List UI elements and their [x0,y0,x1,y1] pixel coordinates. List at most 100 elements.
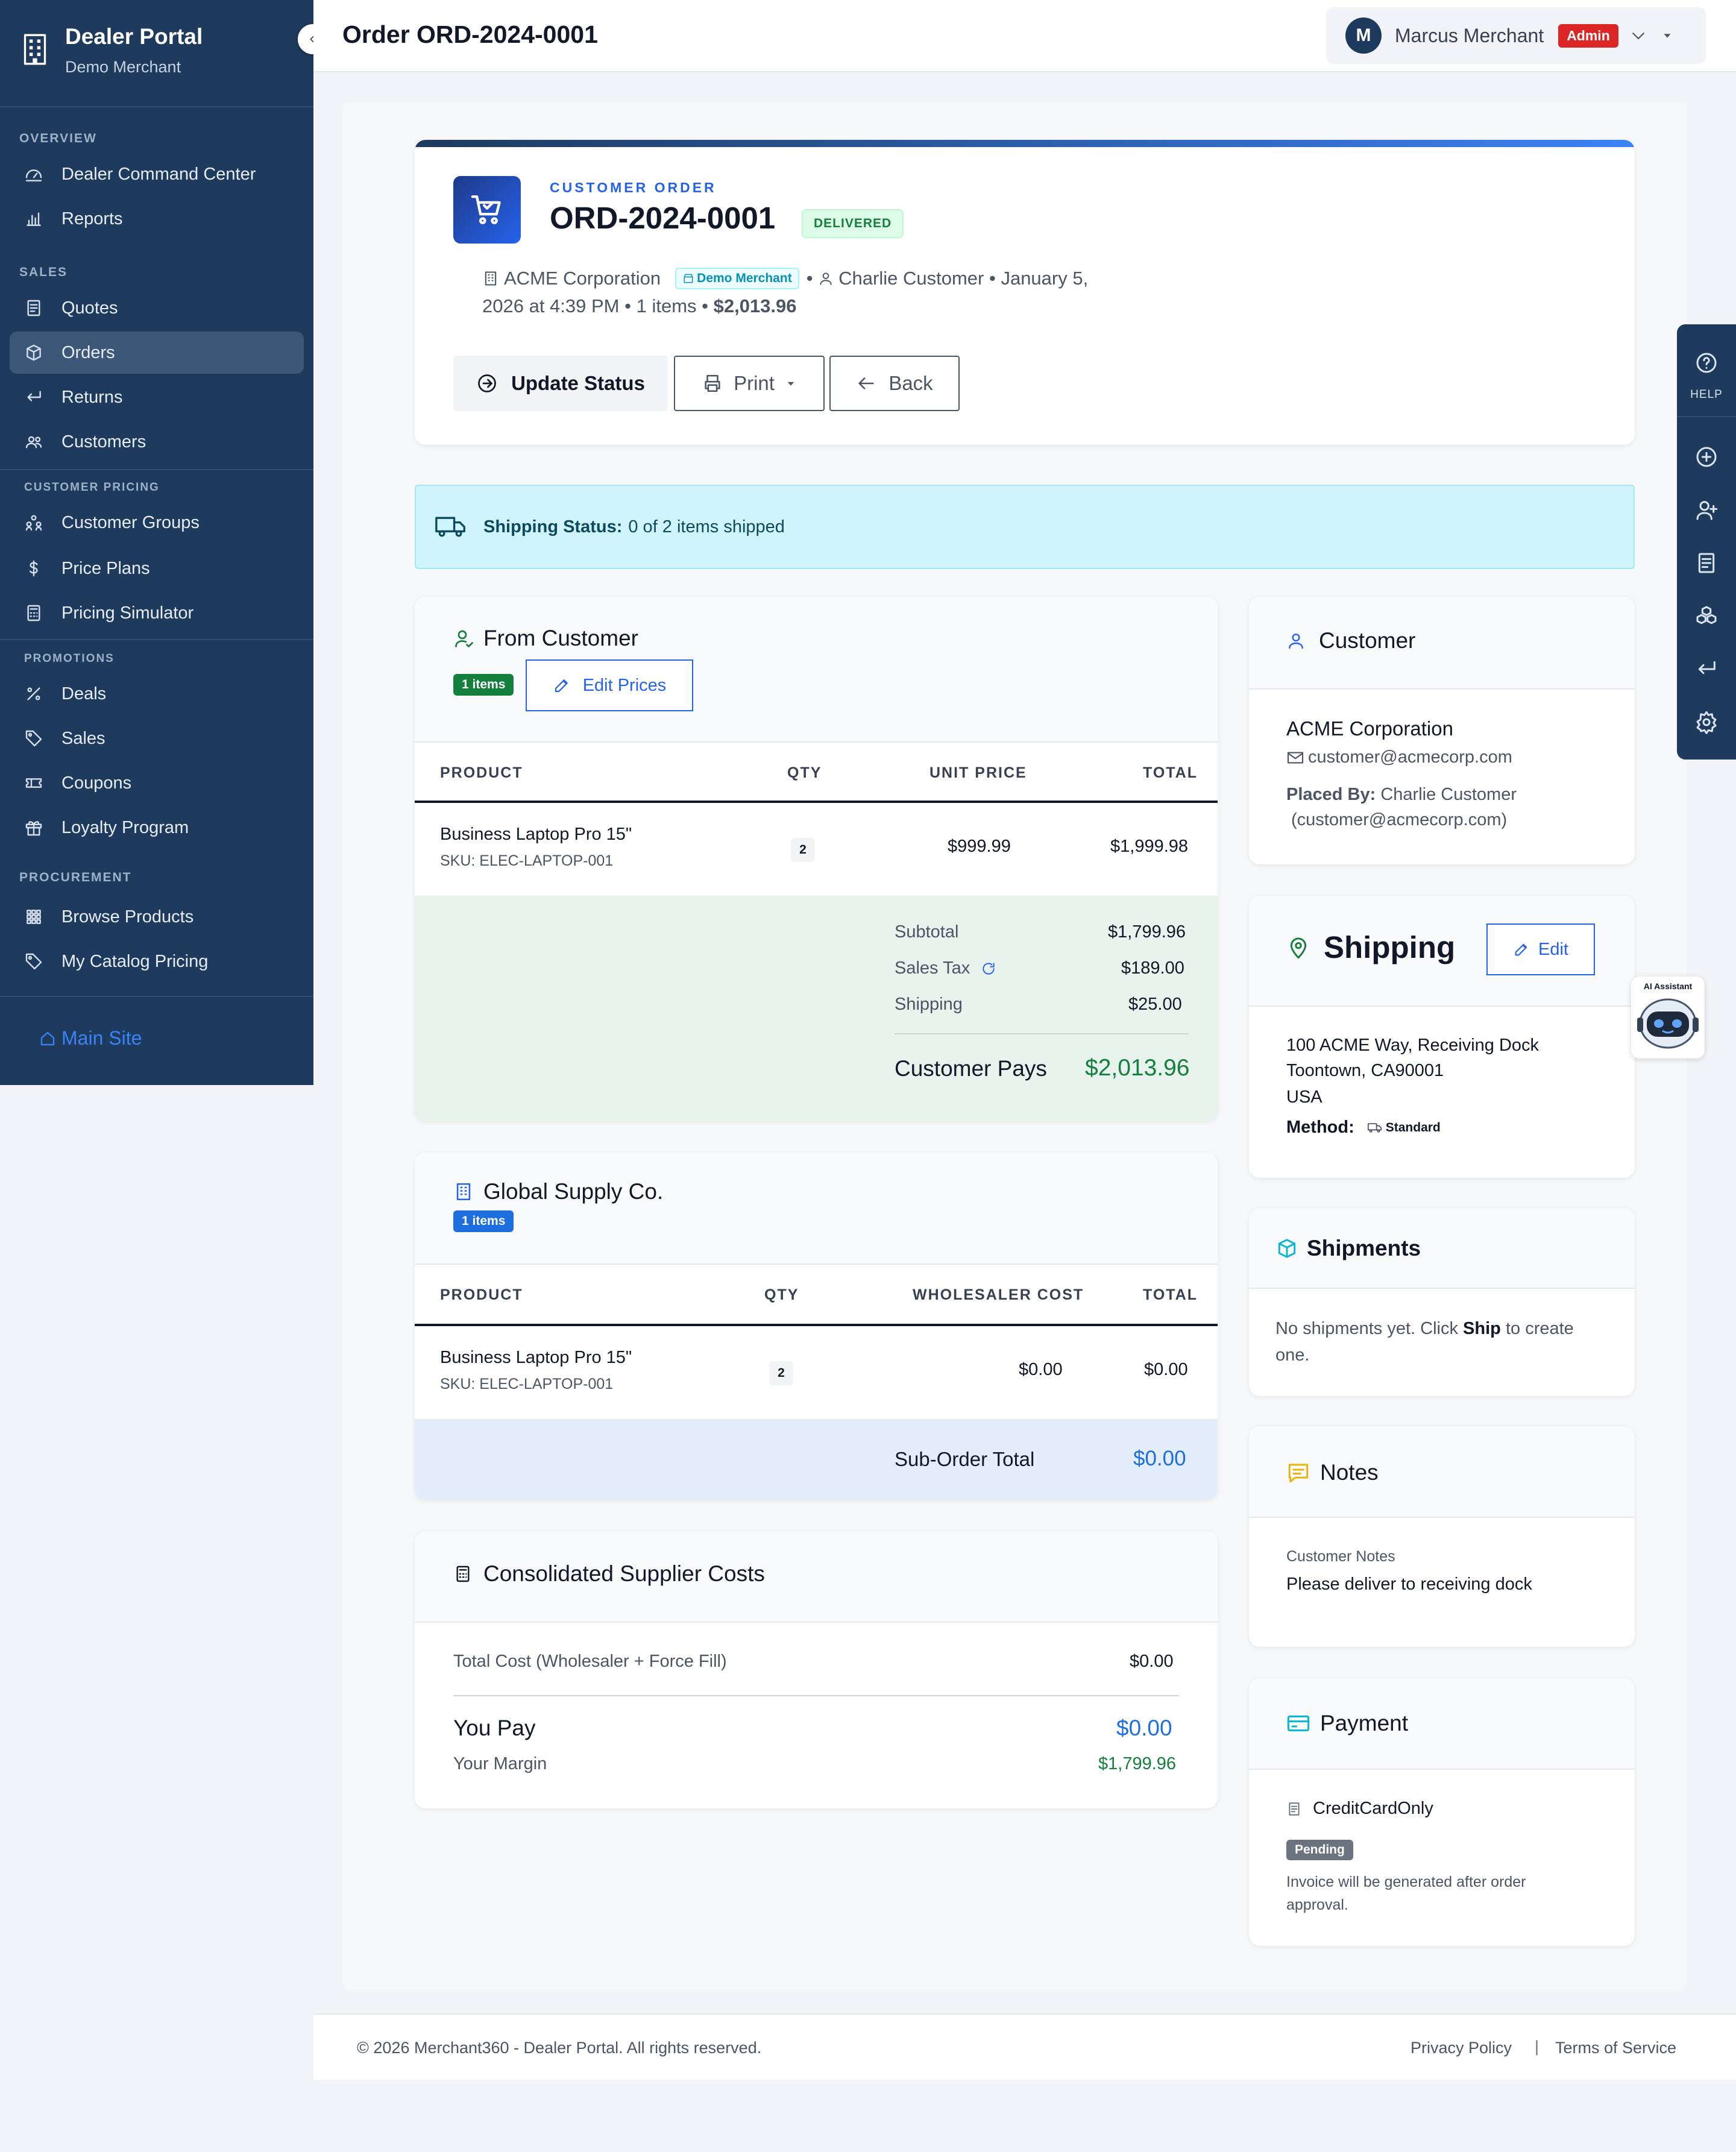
edit-prices-label: Edit Prices [582,675,667,695]
terms-link[interactable]: Terms of Service [1555,2039,1676,2057]
sidebar-item-returns[interactable]: Returns [10,376,304,418]
top-bar: Order ORD-2024-0001 M Marcus Merchant Ad… [313,0,1736,72]
sales-tax-label-wrap: Sales Tax [895,958,996,978]
address-line2: Toontown, CA90001 [1286,1061,1444,1080]
sidebar-item-reports[interactable]: Reports [10,198,304,240]
from-customer-card: From Customer 1 items Edit Prices PRODUC… [415,597,1218,1121]
payment-status-badge: Pending [1286,1840,1353,1860]
product-name: Business Laptop Pro 15" [440,825,632,844]
print-button[interactable]: Print [674,356,825,411]
sidebar-item-orders[interactable]: Orders [10,332,304,374]
no-shipments-part2: to create [1500,1319,1574,1338]
avatar: M [1345,17,1382,54]
product-sku: SKU: ELEC-LAPTOP-001 [440,1376,614,1392]
user-plus-icon[interactable] [1694,498,1719,522]
order-type-label: CUSTOMER ORDER [550,180,717,195]
building-icon [456,1183,471,1201]
order-date-part2: 2026 at 4:39 PM [482,295,620,316]
sidebar-item-price-plans[interactable]: Price Plans [10,547,304,590]
divider [415,1324,1218,1326]
col-header-qty: QTY [764,1286,799,1303]
items-badge: 1 items [453,674,514,696]
separator: • [806,268,819,289]
sales-tax-value: $189.00 [1121,958,1184,978]
merchant-name: Demo Merchant [697,271,792,285]
sidebar-item-quotes[interactable]: Quotes [10,287,304,329]
col-header-product: PRODUCT [440,1286,523,1303]
brand[interactable]: Dealer Portal Demo Merchant [22,24,203,77]
return-icon[interactable] [1694,657,1719,681]
sidebar-item-browse-products[interactable]: Browse Products [10,896,304,938]
from-customer-heading: From Customer [453,626,638,651]
nav-section-customer-pricing: CUSTOMER PRICING [24,481,160,494]
notes-card: Notes Customer Notes Please deliver to r… [1249,1426,1635,1647]
col-header-total: TOTAL [1143,764,1198,781]
user-check-icon [455,630,473,647]
sidebar-item-catalog-pricing[interactable]: My Catalog Pricing [10,940,304,983]
edit-shipping-label: Edit [1538,939,1568,959]
back-button[interactable]: Back [829,356,960,411]
sidebar-item-label: Browse Products [61,907,194,927]
accent-bar [415,140,1635,147]
wholesaler-cost: $0.00 [1019,1360,1063,1379]
main-site-label: Main Site [61,1027,142,1049]
users-icon [25,436,42,448]
boxes-icon[interactable] [1694,604,1719,628]
receipt-icon [1289,1802,1300,1816]
main-site-link[interactable]: Main Site [39,1027,142,1049]
footer-separator: | [1535,2037,1539,2056]
divider [1249,1005,1635,1007]
store-icon [684,274,693,283]
sidebar-item-coupons[interactable]: Coupons [10,762,304,804]
pencil-icon [555,679,568,693]
user-menu[interactable]: M Marcus Merchant Admin [1326,7,1706,64]
back-label: Back [888,372,933,394]
line-total: $0.00 [1144,1360,1188,1379]
customer-pays-value: $2,013.96 [1085,1055,1190,1081]
refresh-icon[interactable] [981,961,996,977]
invoice-note-line2: approval. [1286,1896,1348,1913]
sidebar-item-sales[interactable]: Sales [10,717,304,760]
col-header-wholesaler-cost: WHOLESALER COST [913,1286,1084,1303]
edit-prices-button[interactable]: Edit Prices [526,659,693,711]
building-icon [485,271,497,286]
tags-icon [25,953,42,970]
col-header-qty: QTY [787,764,822,781]
edit-shipping-button[interactable]: Edit [1486,923,1595,975]
home-icon [40,1031,55,1045]
bar-chart-icon [27,212,41,226]
sidebar-item-pricing-simulator[interactable]: Pricing Simulator [10,592,304,634]
user-icon [820,272,832,285]
separator: • [702,295,714,316]
update-status-button[interactable]: Update Status [453,356,668,411]
sidebar-item-command-center[interactable]: Dealer Command Center [10,153,304,195]
privacy-link[interactable]: Privacy Policy [1410,2039,1512,2057]
ai-assistant-button[interactable]: AI Assistant [1631,977,1705,1059]
building-icon [24,34,46,65]
divider [1677,416,1736,417]
document-icon[interactable] [1694,551,1719,575]
shopping-cart-icon [471,195,501,224]
sidebar-item-customers[interactable]: Customers [10,421,304,463]
consolidated-heading: Consolidated Supplier Costs [453,1561,765,1587]
customer-pays-label: Customer Pays [895,1056,1047,1081]
percent-icon [27,687,40,700]
settings-icon[interactable] [1694,710,1719,734]
divider [1249,1517,1635,1518]
plus-circle-icon[interactable] [1694,445,1719,469]
address-line3: USA [1286,1087,1322,1107]
sidebar-item-loyalty[interactable]: Loyalty Program [10,807,304,849]
order-header-card: CUSTOMER ORDER ORD-2024-0001 DELIVERED A… [415,140,1635,445]
sidebar-item-customer-groups[interactable]: Customer Groups [10,502,304,544]
items-badge: 1 items [453,1210,514,1232]
footer: © 2026 Merchant360 - Dealer Portal. All … [313,2013,1736,2080]
payment-method: CreditCardOnly [1313,1799,1433,1818]
customer-name: Charlie Customer [838,268,984,289]
sidebar-item-deals[interactable]: Deals [10,673,304,715]
suborder-total-value: $0.00 [1133,1447,1186,1470]
robot-icon [1637,998,1699,1049]
item-count: 1 items [636,295,697,316]
help-icon[interactable] [1694,351,1719,375]
brand-title: Dealer Portal [65,24,203,49]
notes-label: Customer Notes [1286,1548,1395,1565]
